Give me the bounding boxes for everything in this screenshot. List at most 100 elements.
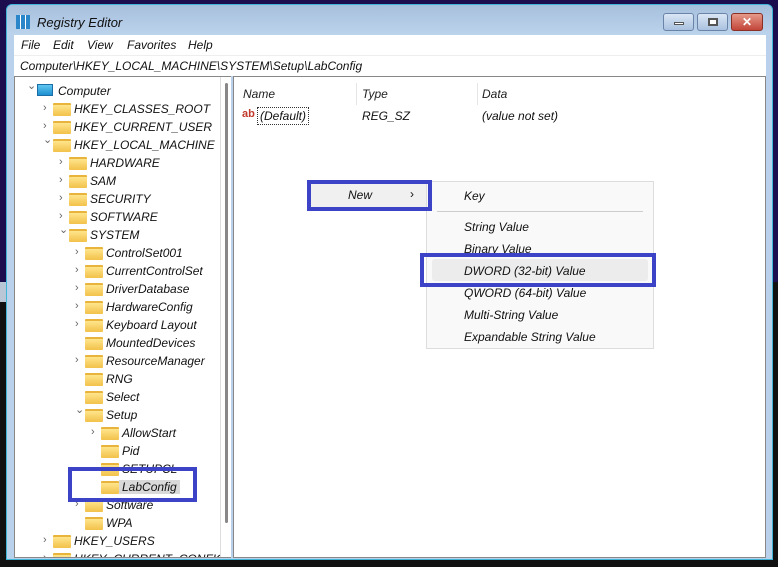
chevron-right-icon[interactable]: › xyxy=(75,264,85,276)
menu-file[interactable]: File xyxy=(21,38,40,52)
value-name: (Default) xyxy=(257,107,310,125)
tree-item[interactable]: › SECURITY xyxy=(15,190,220,208)
chevron-right-icon[interactable]: › xyxy=(59,156,69,168)
tree-item[interactable]: Select xyxy=(15,388,220,406)
chevron-down-icon[interactable]: ⌄ xyxy=(59,223,69,236)
submenu-string-value[interactable]: String Value xyxy=(464,220,529,234)
value-type: REG_SZ xyxy=(362,109,411,123)
submenu-expandable-string-value[interactable]: Expandable String Value xyxy=(464,330,596,344)
value-row[interactable]: ab (Default) REG_SZ (value not set) xyxy=(240,107,740,125)
chevron-down-icon[interactable]: ⌄ xyxy=(27,79,37,92)
title-bar[interactable]: Registry Editor ✕ xyxy=(7,5,772,35)
tree-item[interactable]: RNG xyxy=(15,370,220,388)
tree-item-label: HKEY_CURRENT_CONFIG xyxy=(74,552,225,557)
chevron-right-icon[interactable]: › xyxy=(43,102,53,114)
tree-item[interactable]: ⌄ Computer xyxy=(15,79,220,100)
tree-item[interactable]: › Keyboard Layout xyxy=(15,316,220,334)
column-divider[interactable] xyxy=(356,83,357,105)
address-bar[interactable]: Computer\HKEY_LOCAL_MACHINE\SYSTEM\Setup… xyxy=(14,55,766,76)
tree-item[interactable]: › CurrentControlSet xyxy=(15,262,220,280)
folder-icon xyxy=(85,283,103,296)
tree-item-label: AllowStart xyxy=(122,426,177,440)
tree-item-label: MountedDevices xyxy=(106,336,196,350)
tree-item[interactable]: WPA xyxy=(15,514,220,532)
chevron-right-icon[interactable]: › xyxy=(75,282,85,294)
folder-icon xyxy=(85,247,103,260)
submenu-qword-value[interactable]: QWORD (64-bit) Value xyxy=(464,286,586,300)
string-value-icon: ab xyxy=(242,108,255,120)
tree-item-label: CurrentControlSet xyxy=(106,264,203,278)
chevron-right-icon[interactable]: › xyxy=(59,192,69,204)
chevron-right-icon[interactable]: › xyxy=(59,210,69,222)
folder-icon xyxy=(85,409,103,422)
tree-item-label: SECURITY xyxy=(90,192,151,206)
tree-item-label: RNG xyxy=(106,372,133,386)
tree-item[interactable]: › SOFTWARE xyxy=(15,208,220,226)
tree-item-label: ResourceManager xyxy=(106,354,205,368)
tree-item[interactable]: › HKEY_USERS xyxy=(15,532,220,550)
folder-icon xyxy=(53,103,71,116)
tree-item[interactable]: › ResourceManager xyxy=(15,352,220,370)
chevron-right-icon[interactable]: › xyxy=(75,354,85,366)
menu-help[interactable]: Help xyxy=(188,38,213,52)
folder-icon xyxy=(53,535,71,548)
tree-item[interactable]: › AllowStart xyxy=(15,424,220,442)
submenu-key[interactable]: Key xyxy=(464,189,485,203)
folder-icon xyxy=(85,373,103,386)
tree-item-label: HardwareConfig xyxy=(106,300,193,314)
minimize-button[interactable] xyxy=(663,13,694,31)
tree-item[interactable]: › HardwareConfig xyxy=(15,298,220,316)
folder-icon xyxy=(69,157,87,170)
chevron-down-icon[interactable]: ⌄ xyxy=(75,403,85,416)
chevron-right-icon[interactable]: › xyxy=(43,552,53,557)
tree-item-label: DriverDatabase xyxy=(106,282,190,296)
menu-bar: File Edit View Favorites Help xyxy=(14,35,766,55)
chevron-right-icon[interactable]: › xyxy=(43,120,53,132)
menu-favorites[interactable]: Favorites xyxy=(127,38,176,52)
folder-icon xyxy=(85,265,103,278)
tree-item[interactable]: › ControlSet001 xyxy=(15,244,220,262)
tree-item[interactable]: Pid xyxy=(15,442,220,460)
chevron-down-icon[interactable]: ⌄ xyxy=(43,133,53,146)
registry-editor-icon xyxy=(16,15,30,29)
chevron-right-icon[interactable]: › xyxy=(59,174,69,186)
tree-item[interactable]: › HKEY_CURRENT_CONFIG xyxy=(15,550,225,557)
maximize-button[interactable] xyxy=(697,13,728,31)
tree-item-label: HKEY_CLASSES_ROOT xyxy=(74,102,211,116)
folder-icon xyxy=(85,391,103,404)
folder-icon xyxy=(69,193,87,206)
folder-icon xyxy=(101,445,119,458)
tree-item[interactable]: › HKEY_CLASSES_ROOT xyxy=(15,100,220,118)
column-divider[interactable] xyxy=(477,83,478,105)
tree-item-label: Computer xyxy=(58,84,111,98)
folder-icon xyxy=(85,301,103,314)
column-header-data[interactable]: Data xyxy=(482,87,507,101)
column-header-name[interactable]: Name xyxy=(243,87,275,101)
tree-item[interactable]: › DriverDatabase xyxy=(15,280,220,298)
folder-icon xyxy=(69,175,87,188)
submenu-multi-string-value[interactable]: Multi-String Value xyxy=(464,308,558,322)
chevron-right-icon[interactable]: › xyxy=(91,426,101,438)
tree-scrollbar[interactable] xyxy=(220,77,231,557)
tree-item[interactable]: ⌄ HKEY_LOCAL_MACHINE xyxy=(15,133,220,154)
chevron-right-icon[interactable]: › xyxy=(43,534,53,546)
scrollbar-thumb[interactable] xyxy=(225,83,228,523)
chevron-right-icon[interactable]: › xyxy=(75,300,85,312)
tree-item-label: HKEY_CURRENT_USER xyxy=(74,120,213,134)
chevron-right-icon[interactable]: › xyxy=(75,246,85,258)
tree-item[interactable]: MountedDevices xyxy=(15,334,220,352)
chevron-right-icon[interactable]: › xyxy=(75,318,85,330)
tree-item-label: SYSTEM xyxy=(90,228,140,242)
tree-item[interactable]: › HARDWARE xyxy=(15,154,220,172)
tree-item-label: SAM xyxy=(90,174,117,188)
menu-edit[interactable]: Edit xyxy=(53,38,74,52)
menu-view[interactable]: View xyxy=(87,38,113,52)
tree-item[interactable]: › SAM xyxy=(15,172,220,190)
close-icon: ✕ xyxy=(741,15,753,29)
tree-item[interactable]: ⌄ SYSTEM xyxy=(15,223,220,244)
close-button[interactable]: ✕ xyxy=(731,13,763,31)
tree-item[interactable]: ⌄ Setup xyxy=(15,403,220,424)
highlight-box-new xyxy=(307,180,432,211)
computer-icon xyxy=(37,84,53,96)
column-header-type[interactable]: Type xyxy=(362,87,388,101)
